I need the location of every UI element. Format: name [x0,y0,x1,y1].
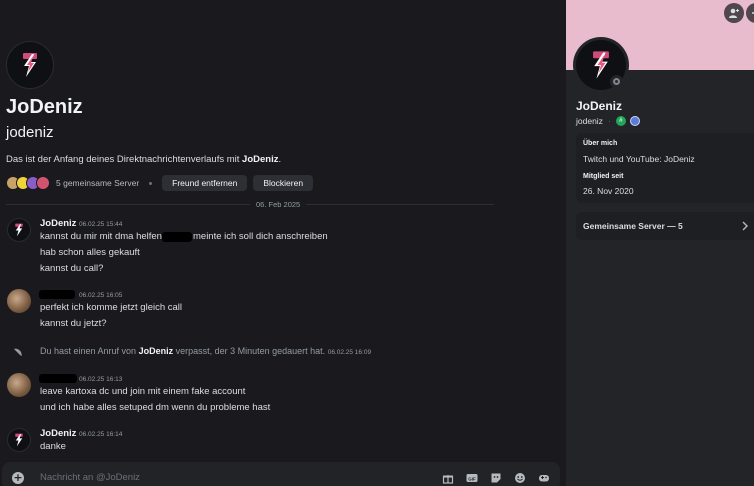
intro-desc-suffix: . [278,154,282,165]
intro-description: Das ist der Anfang deines Direktnachrich… [6,154,281,165]
missed-call-message: Du hast einen Anruf von JoDeniz verpasst… [40,346,371,356]
gif-icon[interactable]: GIF [466,472,478,484]
member-since-date: 26. Nov 2020 [583,186,634,196]
message-text: und ich habe alles setuped dm wenn du pr… [40,402,271,413]
remove-friend-button[interactable]: Freund entfernen [162,175,248,191]
message-text: perfekt ich komme jetzt gleich call [40,302,183,313]
redaction-mark [162,232,192,242]
message-author[interactable]: JoDeniz [40,218,76,229]
message-text: danke [40,441,66,452]
message-composer: + GIF [2,462,560,486]
profile-display-name: JoDeniz [576,99,623,113]
more-icon [752,12,754,14]
intro-desc-prefix: Das ist der Anfang deines Direktnachrich… [6,154,243,165]
message-timestamp: 06.02.25 15:44 [79,221,123,228]
separator-dot [149,181,153,185]
missed-call-time: 06.02.25 16:09 [327,349,372,356]
redacted-author [39,374,77,383]
block-button[interactable]: Blockieren [253,175,314,191]
about-text: Twitch und YouTube: JoDeniz [583,154,695,164]
sticker-icon[interactable] [490,472,502,484]
mutual-servers-text[interactable]: 5 gemeinsame Server [56,178,139,188]
message-timestamp: 06.02.25 16:13 [79,376,123,383]
message-timestamp: 06.02.25 16:14 [79,431,123,438]
add-friend-button[interactable] [724,3,744,23]
chat-area: JoDeniz jodeniz Das ist der Anfang deine… [0,0,566,486]
intro-display-name: JoDeniz [6,96,83,118]
hypesquad-badge-icon[interactable]: # [615,116,626,126]
status-indicator [610,75,623,88]
mutual-server-icons[interactable] [6,176,50,190]
user-icon [729,8,739,18]
lightning-logo-icon [15,223,23,237]
gift-icon[interactable] [442,472,454,484]
message-text: kannst du jetzt? [40,318,107,329]
member-since-label: Mitglied seit [583,173,624,180]
offline-status-icon [613,78,620,85]
missed-call-name[interactable]: JoDeniz [139,346,174,356]
missed-call-suffix: verpasst, der 3 Minuten gedauert hat. [173,346,326,356]
add-attachment-button[interactable]: + [12,472,24,484]
emoji-icon[interactable] [514,472,526,484]
message-text: kannst du call? [40,263,104,274]
missed-call-icon [14,348,22,356]
server-icon [36,176,50,190]
message-text: hab schon alles gekauft [40,247,140,258]
separator-dot: · [607,116,611,126]
mutual-row: 5 gemeinsame Server Freund entfernen Blo… [6,175,319,191]
profile-username-row: jodeniz · # [576,116,640,126]
profile-panel: JoDeniz jodeniz · # Über mich Twitch und… [566,0,754,486]
profile-username: jodeniz [576,116,603,126]
message-avatar[interactable] [7,218,31,242]
chevron-right-icon [742,221,748,231]
message-avatar[interactable] [7,289,31,313]
about-label: Über mich [583,140,618,147]
date-divider-label: 06. Feb 2025 [250,200,307,209]
message-text: meinte ich soll dich anschreiben [193,231,328,242]
message-text: leave kartoxa dc und join mit einem fake… [40,386,246,397]
lightning-logo-icon [15,433,23,447]
lightning-logo-icon [23,53,37,77]
redacted-author [39,290,75,299]
message-avatar[interactable] [7,373,31,397]
about-card: Über mich Twitch und YouTube: JoDeniz Mi… [576,133,754,203]
mutual-servers-card[interactable]: Gemeinsame Server — 5 [576,212,754,240]
message-timestamp: 06.02.25 16:05 [79,292,123,299]
intro-username: jodeniz [6,124,54,141]
intro-avatar[interactable] [6,41,54,89]
message-avatar[interactable] [7,428,31,452]
mutual-servers-label: Gemeinsame Server — 5 [583,221,683,231]
apps-icon[interactable] [538,472,550,484]
intro-desc-name: JoDeniz [242,154,279,165]
missed-call-prefix: Du hast einen Anruf von [40,346,139,356]
message-text: kannst du mir mit dma helfen [40,231,162,242]
message-input[interactable] [40,472,420,483]
message-author[interactable]: JoDeniz [40,428,76,439]
nitro-badge-icon[interactable] [629,116,640,126]
svg-text:GIF: GIF [468,476,476,481]
